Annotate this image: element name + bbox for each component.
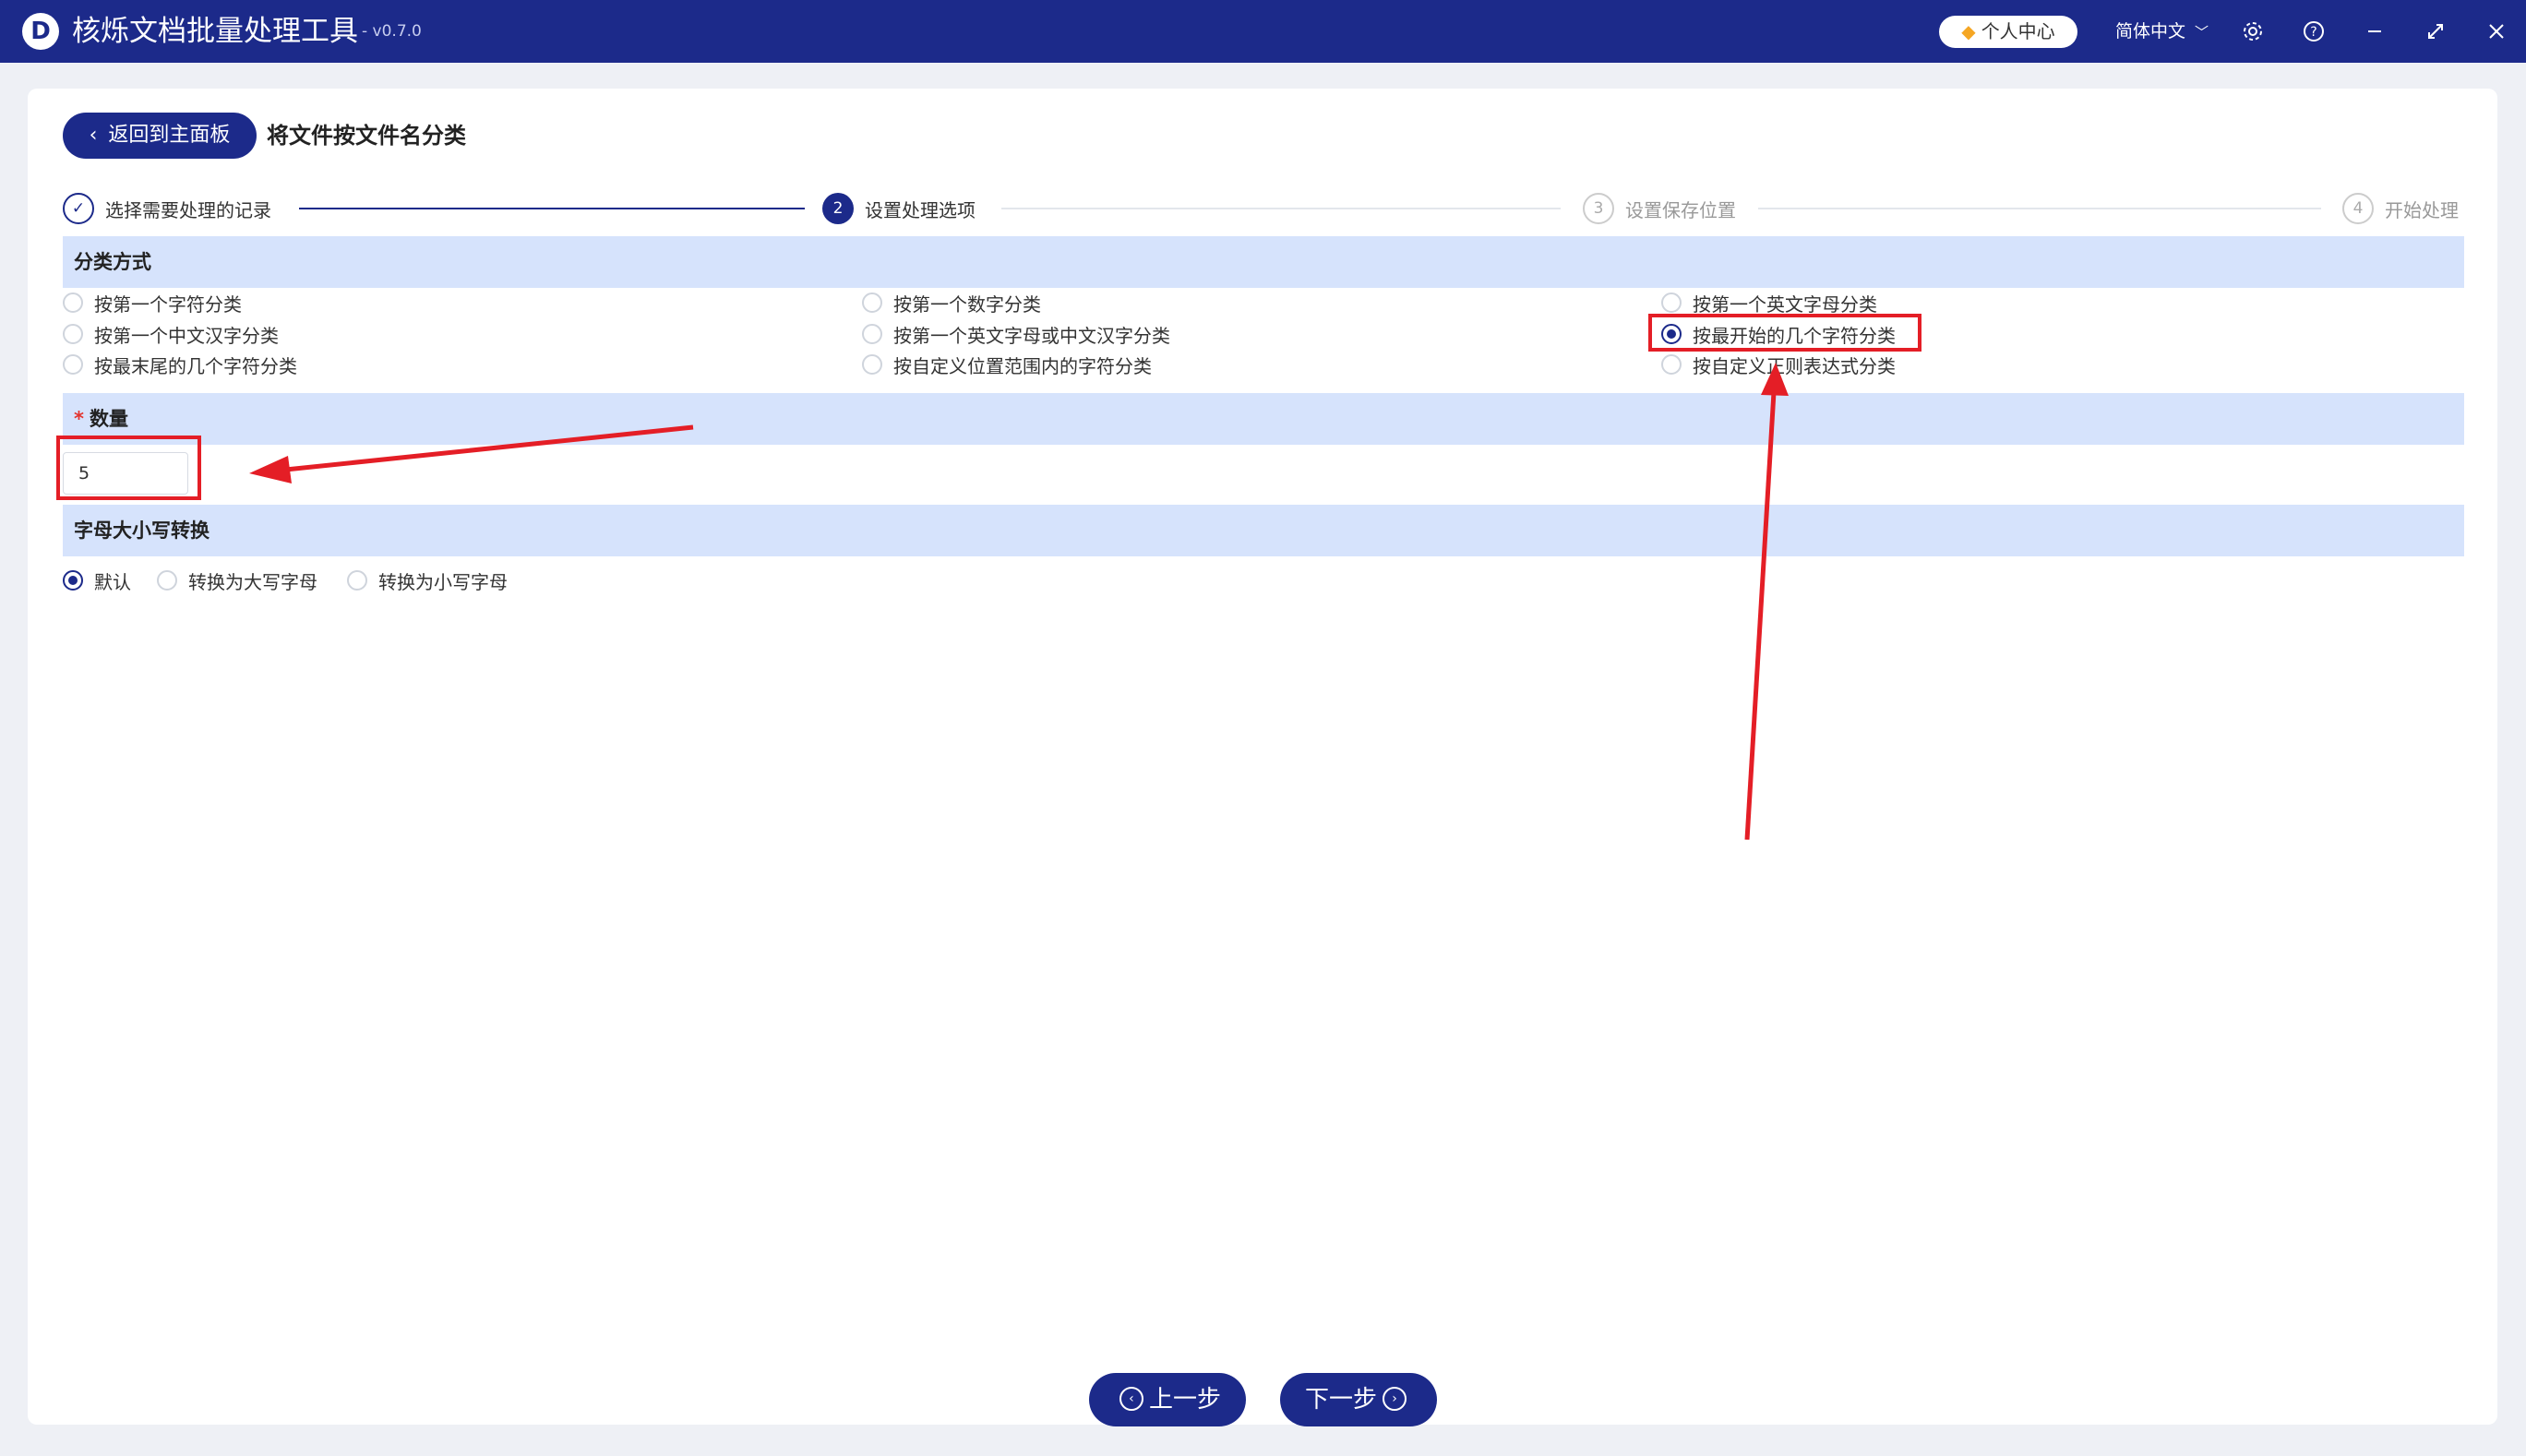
arrowhead-icon — [249, 456, 292, 483]
prev-label: 上一步 — [1148, 1386, 1221, 1414]
prev-step-button[interactable]: ‹ 上一步 — [1089, 1373, 1246, 1426]
arrow-to-quantity — [276, 424, 694, 473]
next-label: 下一步 — [1304, 1386, 1377, 1414]
next-step-button[interactable]: 下一步 › — [1280, 1373, 1437, 1426]
annotation-arrows — [249, 363, 1789, 841]
arrow-left-circle-icon: ‹ — [1119, 1386, 1143, 1411]
arrowhead-icon — [1761, 363, 1789, 396]
arrow-to-selected-option — [1744, 391, 1777, 841]
arrow-right-circle-icon: › — [1383, 1386, 1407, 1411]
